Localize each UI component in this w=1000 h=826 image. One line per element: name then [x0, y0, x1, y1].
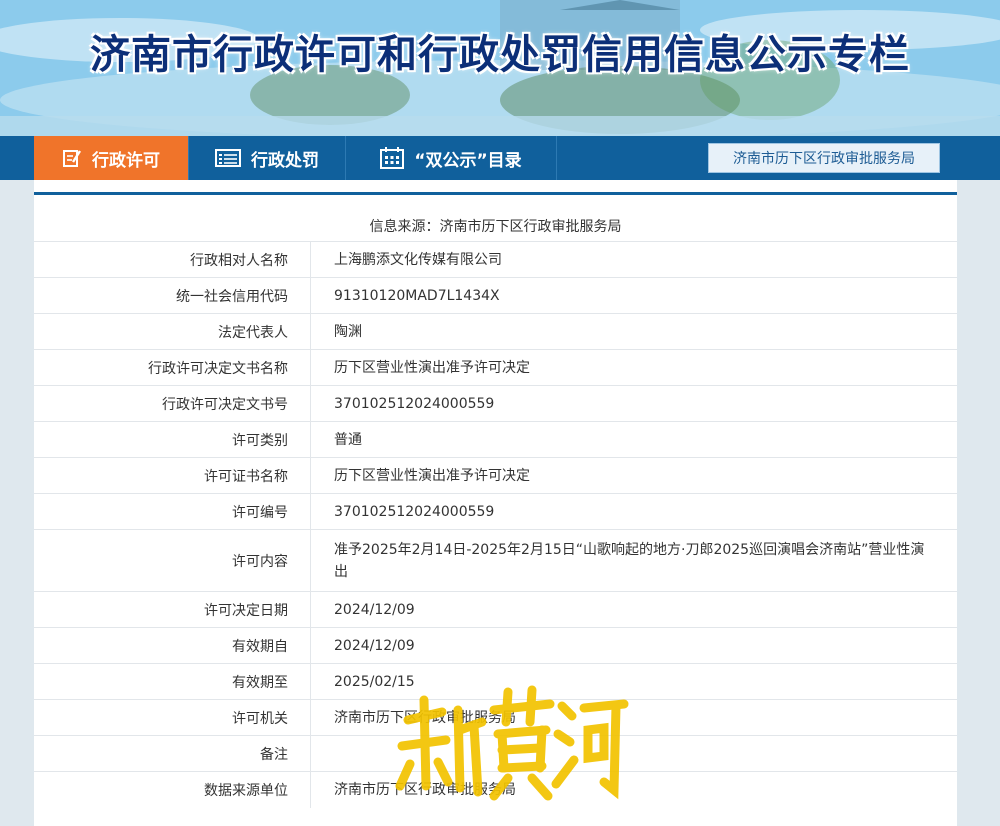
table-row: 许可证书名称 历下区营业性演出准予许可决定: [34, 458, 957, 494]
edit-document-icon: [63, 150, 82, 167]
tab-label: “双公示”目录: [414, 150, 522, 171]
field-label: 数据来源单位: [34, 772, 311, 808]
field-label: 行政相对人名称: [34, 242, 311, 277]
field-value: 2024/12/09: [334, 601, 415, 618]
table-row: 有效期自 2024/12/09: [34, 628, 957, 664]
side-band-left: [0, 180, 34, 826]
list-icon: [215, 149, 241, 167]
field-label: 法定代表人: [34, 314, 311, 349]
table-row: 法定代表人 陶渊: [34, 314, 957, 350]
calendar-icon: [380, 147, 405, 169]
table-row: 许可决定日期 2024/12/09: [34, 592, 957, 628]
field-label: 许可机关: [34, 700, 311, 735]
field-label: 许可证书名称: [34, 458, 311, 493]
table-row: 许可编号 370102512024000559: [34, 494, 957, 530]
tab-dual-publicity-catalog[interactable]: “双公示”目录: [346, 136, 556, 180]
header-banner: 济南市行政许可和行政处罚信用信息公示专栏: [0, 0, 1000, 136]
field-value: 2025/02/15: [334, 673, 415, 690]
main-nav: 行政许可 行政处罚 “双公示”目录 济南市历下区行政审批服务局: [0, 136, 1000, 180]
field-label: 有效期至: [34, 664, 311, 699]
page-title: 济南市行政许可和行政处罚信用信息公示专栏: [90, 32, 910, 78]
field-value: 91310120MAD7L1434X: [334, 287, 500, 304]
license-detail-panel: 信息来源：济南市历下区行政审批服务局 行政相对人名称 上海鹏添文化传媒有限公司 …: [34, 192, 957, 808]
field-value: 陶渊: [334, 323, 362, 340]
field-label: 许可决定日期: [34, 592, 311, 627]
tab-label: 行政处罚: [251, 150, 319, 171]
field-label: 有效期自: [34, 628, 311, 663]
nav-divider: [556, 136, 557, 180]
org-label-box[interactable]: 济南市历下区行政审批服务局: [708, 143, 940, 173]
detail-table: 行政相对人名称 上海鹏添文化传媒有限公司 统一社会信用代码 91310120MA…: [34, 242, 957, 808]
field-label: 统一社会信用代码: [34, 278, 311, 313]
field-value: 上海鹏添文化传媒有限公司: [334, 251, 502, 268]
field-value: 普通: [334, 431, 362, 448]
info-source: 信息来源：济南市历下区行政审批服务局: [34, 210, 957, 242]
tab-administrative-penalty[interactable]: 行政处罚: [189, 136, 345, 180]
field-value: 济南市历下区行政审批服务局: [334, 782, 516, 798]
field-value: 历下区营业性演出准予许可决定: [334, 467, 530, 484]
table-row: 行政许可决定文书名称 历下区营业性演出准予许可决定: [34, 350, 957, 386]
field-label: 行政许可决定文书号: [34, 386, 311, 421]
field-value: [312, 736, 932, 771]
table-row: 许可机关 济南市历下区行政审批服务局: [34, 700, 957, 736]
field-label: 行政许可决定文书名称: [34, 350, 311, 385]
field-value: 370102512024000559: [334, 503, 495, 520]
table-row: 许可类别 普通: [34, 422, 957, 458]
table-row: 行政许可决定文书号 370102512024000559: [34, 386, 957, 422]
field-label: 许可类别: [34, 422, 311, 457]
field-value: 历下区营业性演出准予许可决定: [334, 359, 530, 376]
table-row: 行政相对人名称 上海鹏添文化传媒有限公司: [34, 242, 957, 278]
table-row: 备注: [34, 736, 957, 772]
table-row: 许可内容 准予2025年2月14日-2025年2月15日“山歌响起的地方·刀郎2…: [34, 530, 957, 592]
field-label: 备注: [34, 736, 311, 771]
field-value: 济南市历下区行政审批服务局: [334, 709, 516, 726]
field-value: 370102512024000559: [334, 395, 495, 412]
tab-administrative-license[interactable]: 行政许可: [34, 136, 188, 180]
field-label: 许可内容: [34, 530, 311, 591]
side-band-right: [957, 180, 1000, 826]
field-value: 2024/12/09: [334, 637, 415, 654]
table-row: 数据来源单位 济南市历下区行政审批服务局: [34, 772, 957, 808]
field-label: 许可编号: [34, 494, 311, 529]
field-value: 准予2025年2月14日-2025年2月15日“山歌响起的地方·刀郎2025巡回…: [334, 541, 925, 580]
table-row: 有效期至 2025/02/15: [34, 664, 957, 700]
table-row: 统一社会信用代码 91310120MAD7L1434X: [34, 278, 957, 314]
tab-label: 行政许可: [92, 150, 160, 171]
